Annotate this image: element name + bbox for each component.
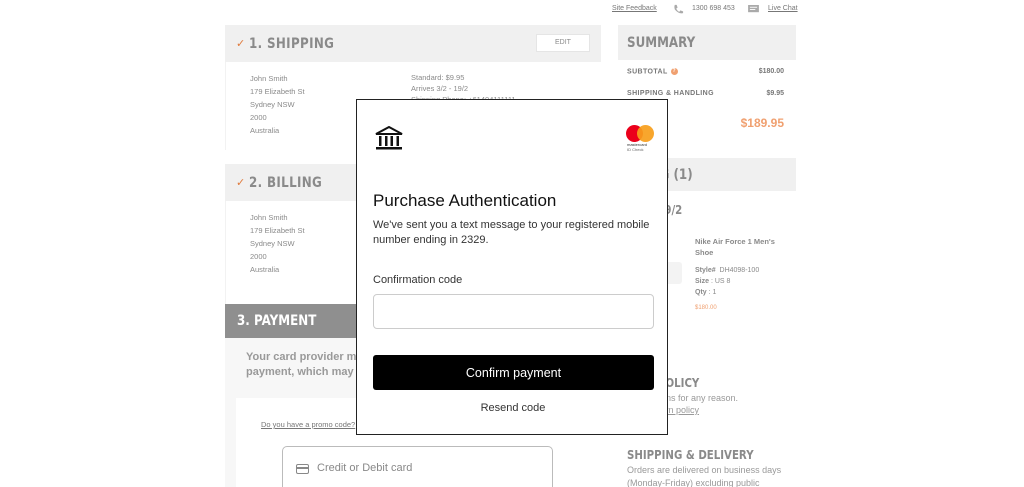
shipping-method-line: Standard: $9.95 — [411, 73, 465, 82]
shipping-title: 1. SHIPPING — [249, 36, 335, 52]
address-line: 2000 — [250, 113, 267, 122]
billing-address: John Smith 179 Elizabeth St Sydney NSW 2… — [250, 211, 305, 276]
phone-icon — [674, 4, 684, 14]
top-utility-bar: Site Feedback 1300 698 453 Live Chat — [0, 0, 1024, 22]
size-value: US 8 — [714, 278, 731, 285]
chat-icon — [748, 5, 759, 13]
delivery-title: SHIPPING & DELIVERY — [627, 448, 754, 462]
qty-value: 1 — [712, 289, 717, 296]
bank-icon — [375, 126, 403, 150]
purchase-authentication-dialog: mastercard ID Check Purchase Authenticat… — [356, 99, 668, 435]
credit-card-icon — [296, 464, 309, 474]
subtotal-row: SUBTOTAL? $180.00 — [618, 60, 796, 82]
promo-code-link[interactable]: Do you have a promo code? — [261, 420, 355, 429]
shipping-handling-value: $9.95 — [766, 90, 784, 97]
subtotal-value: $180.00 — [758, 68, 784, 75]
address-line: Australia — [250, 126, 280, 135]
checkmark-icon: ✓ — [236, 177, 246, 189]
product-name: Nike Air Force 1 Men's Shoe — [695, 237, 775, 257]
live-chat-link[interactable]: Live Chat — [768, 5, 798, 12]
id-check-wordmark: ID Check — [627, 147, 644, 152]
address-line: 2000 — [250, 252, 267, 261]
style-value: DH4098-100 — [719, 267, 760, 274]
checkmark-icon: ✓ — [236, 38, 246, 50]
summary-title: SUMMARY — [627, 35, 696, 51]
address-line: Australia — [250, 265, 280, 274]
confirm-payment-button[interactable]: Confirm payment — [373, 355, 654, 390]
confirmation-code-label: Confirmation code — [373, 274, 463, 286]
credit-card-label: Credit or Debit card — [317, 462, 413, 474]
size-label: Size — [695, 278, 710, 285]
credit-card-option[interactable]: Credit or Debit card — [282, 446, 553, 487]
address-line: 179 Elizabeth St — [250, 87, 305, 96]
help-icon[interactable]: ? — [670, 68, 678, 75]
qty-label: Qty — [695, 289, 707, 296]
billing-title: 2. BILLING — [249, 175, 323, 191]
returns-policy-line: urns for any reason. — [658, 393, 739, 403]
shipping-address: John Smith 179 Elizabeth St Sydney NSW 2… — [250, 72, 305, 137]
dialog-title: Purchase Authentication — [373, 191, 557, 210]
site-feedback-link[interactable]: Site Feedback — [612, 5, 657, 12]
address-line: John Smith — [250, 213, 288, 222]
resend-code-link[interactable]: Resend code — [357, 402, 669, 414]
returns-policy-text: urns for any reason. turn policy — [658, 392, 738, 416]
product-price: $180.00 — [695, 305, 717, 311]
subtotal-label: SUBTOTAL — [627, 68, 668, 76]
address-line: 179 Elizabeth St — [250, 226, 305, 235]
shipping-method-line: Arrives 3/2 - 19/2 — [411, 84, 469, 93]
dialog-description: We've sent you a text message to your re… — [373, 219, 650, 246]
edit-shipping-button[interactable]: EDIT — [536, 34, 590, 52]
payment-title: 3. PAYMENT — [237, 313, 317, 329]
phone-number: 1300 698 453 — [692, 5, 735, 12]
address-line: Sydney NSW — [250, 239, 295, 248]
address-line: John Smith — [250, 74, 288, 83]
delivery-text: Orders are delivered on business days (M… — [627, 465, 782, 487]
summary-header: SUMMARY — [618, 25, 796, 60]
order-total: $189.95 — [740, 116, 784, 130]
shipping-section-header: ✓ 1. SHIPPING EDIT — [225, 25, 601, 62]
confirmation-code-input[interactable] — [373, 294, 654, 329]
mastercard-id-check-logo: mastercard ID Check — [626, 125, 656, 153]
shipping-handling-label: SHIPPING & HANDLING — [627, 90, 714, 97]
style-label: Style# — [695, 267, 716, 274]
address-line: Sydney NSW — [250, 100, 295, 109]
product-meta: Style# DH4098-100 Size : US 8 Qty : 1 — [695, 267, 760, 296]
order-summary: SUMMARY SUBTOTAL? $180.00 SHIPPING & HAN… — [618, 25, 796, 487]
